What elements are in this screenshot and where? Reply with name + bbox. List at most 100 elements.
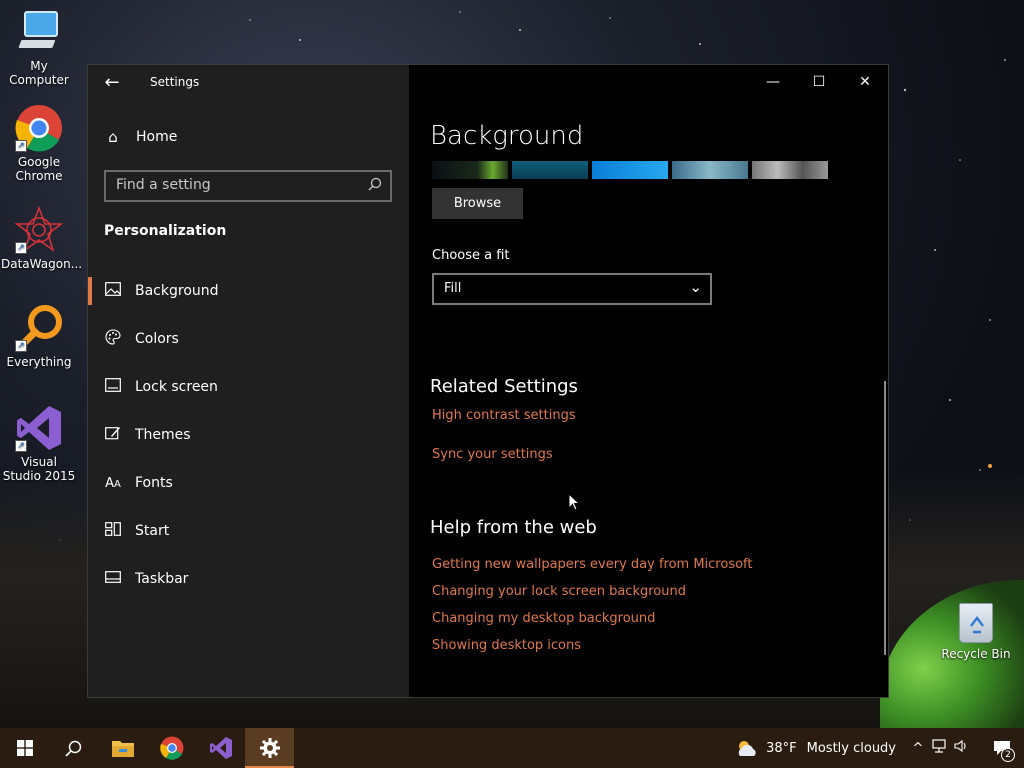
show-hidden-icons-chevron-icon[interactable]: ^ [908,741,928,756]
lock-screen-icon [104,378,122,396]
close-button[interactable]: ✕ [842,65,888,99]
nav-item-label: Background [135,283,219,299]
taskbar-visual-studio[interactable] [196,728,245,768]
desktop-icon-label: DataWagon... [1,257,83,271]
system-tray: 38°F Mostly cloudy ^ 2 [734,728,1024,768]
desktop-icon-label: Recycle Bin [941,647,1011,661]
picture-thumbnail[interactable] [432,161,508,179]
nav-item-label: Themes [135,427,191,443]
weather-description: Mostly cloudy [806,740,896,756]
themes-icon [104,425,122,445]
search-icon [65,740,82,757]
settings-window: ← Settings ⌂ Home Find a setting Persona… [87,64,889,698]
settings-icon [259,738,280,758]
shortcut-arrow-icon: ↗ [15,140,27,152]
chrome-icon [159,736,183,760]
desktop-icon-recycle-bin[interactable]: Recycle Bin [940,603,1012,661]
search-input[interactable]: Find a setting [104,170,392,202]
help-link-wallpapers[interactable]: Getting new wallpapers every day from Mi… [432,557,753,572]
nav-item-colors[interactable]: Colors [88,315,409,363]
volume-icon[interactable] [950,739,972,757]
taskbar-icon [104,571,122,587]
settings-nav-pane: ← Settings ⌂ Home Find a setting Persona… [88,65,409,697]
fit-label: Choose a fit [432,248,510,263]
window-title: Settings [150,75,200,89]
weather-temperature: 38°F [766,740,797,756]
taskbar-settings[interactable] [245,728,294,768]
picture-thumbnail[interactable] [592,161,668,179]
nav-list: Background Colors Lock screen Themes AA … [88,267,409,603]
picture-thumbnail[interactable] [512,161,588,179]
shortcut-arrow-icon: ↗ [15,242,27,254]
visual-studio-icon: ↗ [15,404,63,452]
title-bar[interactable]: ← Settings [88,65,409,99]
desktop-icon-everything[interactable]: ↗ Everything [1,304,77,369]
recycle-bin-icon [959,603,993,643]
desktop-icon-visual-studio[interactable]: ↗ Visual Studio 2015 [1,404,77,483]
nav-item-themes[interactable]: Themes [88,411,409,459]
picture-thumbnail[interactable] [672,161,748,179]
taskbar-chrome[interactable] [147,728,196,768]
back-arrow-icon: ← [104,72,120,93]
recent-pictures [432,161,828,179]
file-explorer-icon [111,741,134,757]
weather-widget[interactable]: 38°F Mostly cloudy [734,738,896,758]
nav-item-label: Lock screen [135,379,218,395]
computer-icon [15,8,63,56]
desktop-icon-label: Visual Studio 2015 [2,455,76,483]
back-button[interactable]: ← [100,71,124,95]
mouse-cursor-icon [568,493,580,511]
search-icon [368,177,382,195]
nav-item-label: Start [135,523,170,539]
nav-item-taskbar[interactable]: Taskbar [88,555,409,603]
help-heading: Help from the web [430,517,597,538]
desktop-icon-google-chrome[interactable]: ↗ Google Chrome [1,104,77,183]
nav-item-start[interactable]: Start [88,507,409,555]
notification-badge: 2 [1001,748,1015,762]
desktop-icon-datawagon[interactable]: ↗ DataWagon... [1,205,83,271]
visual-studio-icon [209,737,232,759]
home-nav-item[interactable]: ⌂ Home [104,128,177,146]
help-link-lock-screen[interactable]: Changing your lock screen background [432,584,686,599]
nav-item-label: Colors [135,331,179,347]
everything-search-icon: ↗ [15,304,63,352]
taskbar-file-explorer[interactable] [98,728,147,768]
maximize-button[interactable]: ☐ [796,65,842,99]
desktop-icon-my-computer[interactable]: My Computer [1,8,77,87]
desktop-icon-label: My Computer [9,59,69,87]
nav-item-background[interactable]: Background [88,267,409,315]
windows-logo-icon [16,740,33,756]
sync-settings-link[interactable]: Sync your settings [432,447,553,462]
minimize-button[interactable]: — [750,65,796,99]
search-placeholder: Find a setting [116,177,211,193]
taskbar: 38°F Mostly cloudy ^ 2 [0,728,1024,768]
palette-icon [104,329,122,349]
nav-item-label: Fonts [135,475,173,491]
chevron-down-icon: ⌄ [689,278,702,296]
related-settings-heading: Related Settings [430,376,578,397]
fit-dropdown[interactable]: Fill ⌄ [432,273,712,305]
action-center-button[interactable]: 2 [980,728,1024,768]
help-link-desktop-background[interactable]: Changing my desktop background [432,611,655,626]
fonts-icon: AA [105,475,121,491]
network-icon[interactable] [928,739,950,757]
nav-item-label: Taskbar [135,571,189,587]
window-controls: — ☐ ✕ [750,65,888,99]
high-contrast-link[interactable]: High contrast settings [432,408,576,423]
settings-content-pane: — ☐ ✕ Background Browse Choose a fit Fil… [409,65,888,697]
fit-value: Fill [444,281,462,296]
start-icon [104,522,122,540]
taskbar-search-button[interactable] [49,728,98,768]
section-heading: Personalization [104,223,227,239]
home-icon: ⌂ [108,128,118,146]
nav-item-lock-screen[interactable]: Lock screen [88,363,409,411]
help-link-desktop-icons[interactable]: Showing desktop icons [432,638,581,653]
scrollbar[interactable] [884,381,886,655]
picture-thumbnail[interactable] [752,161,828,179]
datawagon-icon: ↗ [14,205,64,254]
browse-button[interactable]: Browse [432,188,523,219]
partly-cloudy-icon [738,741,756,756]
start-button[interactable] [0,728,49,768]
nav-item-fonts[interactable]: AA Fonts [88,459,409,507]
home-label: Home [136,129,178,145]
